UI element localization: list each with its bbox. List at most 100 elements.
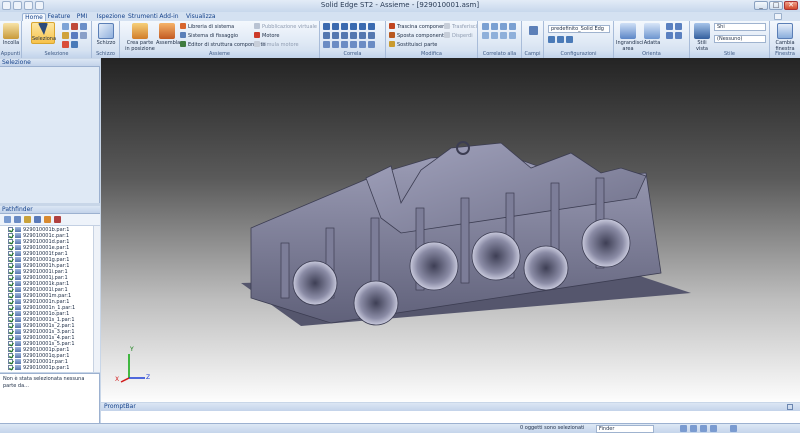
configuration-select[interactable]: predefinito_Solid Edg bbox=[548, 25, 610, 33]
background-select[interactable]: (Nessuno) bbox=[714, 35, 766, 43]
transfer-button[interactable]: Trasferisci bbox=[444, 23, 477, 30]
face-relate-icon-3[interactable] bbox=[500, 23, 507, 30]
face-relate-icon-7[interactable] bbox=[500, 32, 507, 39]
ground-icon[interactable] bbox=[332, 41, 339, 48]
select-body-icon[interactable] bbox=[71, 41, 78, 48]
tab-home[interactable]: Home bbox=[22, 13, 46, 21]
help-icon[interactable] bbox=[774, 13, 782, 20]
drag-component-button[interactable]: Trascina componente bbox=[389, 23, 450, 30]
checkbox-icon[interactable] bbox=[8, 233, 13, 238]
checkbox-icon[interactable] bbox=[8, 311, 13, 316]
tangent-icon[interactable] bbox=[323, 32, 330, 39]
rigid-icon[interactable] bbox=[368, 32, 375, 39]
checkbox-icon[interactable] bbox=[8, 347, 13, 352]
select-filter-icon[interactable] bbox=[62, 23, 69, 30]
checkbox-icon[interactable] bbox=[8, 323, 13, 328]
checkbox-icon[interactable] bbox=[8, 257, 13, 262]
view-orient-icon[interactable] bbox=[675, 32, 682, 39]
simulate-motor-button[interactable]: Simula motore bbox=[254, 41, 299, 48]
disperse-button[interactable]: Disperdi bbox=[444, 32, 473, 39]
config-display-icon[interactable] bbox=[557, 36, 564, 43]
match-icon[interactable] bbox=[359, 32, 366, 39]
options-icon[interactable] bbox=[368, 41, 375, 48]
status-view-icon-5[interactable] bbox=[730, 425, 737, 432]
maximize-button[interactable]: □ bbox=[769, 1, 783, 10]
replace-part-button[interactable]: Sostituisci parte bbox=[389, 41, 437, 48]
checkbox-icon[interactable] bbox=[8, 305, 13, 310]
paste-button[interactable]: Incolla bbox=[1, 23, 21, 46]
checkbox-icon[interactable] bbox=[8, 353, 13, 358]
checkbox-icon[interactable] bbox=[8, 293, 13, 298]
checkbox-icon[interactable] bbox=[8, 299, 13, 304]
zoom-area-button[interactable]: Ingrandisci area bbox=[616, 23, 643, 52]
face-relate-icon-4[interactable] bbox=[509, 23, 516, 30]
tab-visualizza[interactable]: Visualizza bbox=[186, 13, 216, 21]
relation-icon[interactable] bbox=[350, 41, 357, 48]
fit-button[interactable]: Adatta bbox=[642, 23, 662, 46]
tab-ispezione[interactable]: Ispezione bbox=[94, 13, 128, 21]
checkbox-icon[interactable] bbox=[8, 329, 13, 334]
pf-folder-icon[interactable] bbox=[24, 216, 31, 223]
undo-icon[interactable] bbox=[24, 1, 33, 10]
prompt-close-icon[interactable] bbox=[787, 404, 793, 410]
status-view-icon-1[interactable] bbox=[680, 425, 687, 432]
mate-icon[interactable] bbox=[323, 23, 330, 30]
structure-editor-button[interactable]: Editor di struttura componente bbox=[180, 41, 266, 48]
cam-icon[interactable] bbox=[332, 32, 339, 39]
config-save-icon[interactable] bbox=[548, 36, 555, 43]
checkbox-icon[interactable] bbox=[8, 317, 13, 322]
select-edge-icon[interactable] bbox=[80, 32, 87, 39]
motor-button[interactable]: Motore bbox=[254, 32, 279, 39]
close-button[interactable]: ✕ bbox=[784, 1, 798, 10]
app-menu-icon[interactable] bbox=[2, 1, 11, 10]
rotate-icon[interactable] bbox=[666, 32, 673, 39]
select-all-icon[interactable] bbox=[71, 23, 78, 30]
pan-icon[interactable] bbox=[675, 23, 682, 30]
parallel-icon[interactable] bbox=[350, 32, 357, 39]
redo-icon[interactable] bbox=[35, 1, 44, 10]
move-components-button[interactable]: Sposta componenti bbox=[389, 32, 445, 39]
select-box-icon[interactable] bbox=[80, 23, 87, 30]
gear-icon[interactable] bbox=[341, 32, 348, 39]
finder-input[interactable]: Finder bbox=[596, 425, 654, 433]
tab-strumenti[interactable]: Strumenti bbox=[128, 13, 158, 21]
checkbox-icon[interactable] bbox=[8, 359, 13, 364]
checkbox-icon[interactable] bbox=[8, 245, 13, 250]
angle-icon[interactable] bbox=[368, 23, 375, 30]
select-face-icon[interactable] bbox=[71, 32, 78, 39]
create-part-button[interactable]: Crea parte in posizione bbox=[124, 23, 156, 52]
checkbox-icon[interactable] bbox=[8, 263, 13, 268]
checkbox-icon[interactable] bbox=[8, 287, 13, 292]
pathfinder-item[interactable]: 929010001p.par:1 bbox=[8, 365, 69, 371]
virtual-publish-button[interactable]: Pubblicazione virtuale bbox=[254, 23, 317, 30]
tab-add-in[interactable]: Add-in bbox=[158, 13, 180, 21]
save-icon[interactable] bbox=[13, 1, 22, 10]
planar-align-icon[interactable] bbox=[332, 23, 339, 30]
assembly-model[interactable] bbox=[101, 58, 800, 402]
minimize-button[interactable]: _ bbox=[754, 1, 768, 10]
checkbox-icon[interactable] bbox=[8, 275, 13, 280]
config-zone-icon[interactable] bbox=[566, 36, 573, 43]
checkbox-icon[interactable] bbox=[8, 281, 13, 286]
face-relate-icon-5[interactable] bbox=[482, 32, 489, 39]
pathfinder-scrollbar[interactable] bbox=[93, 226, 100, 372]
status-view-icon-4[interactable] bbox=[710, 425, 717, 432]
insert-icon[interactable] bbox=[350, 23, 357, 30]
tab-feature[interactable]: Feature bbox=[47, 13, 71, 21]
zoom-icon[interactable] bbox=[666, 23, 673, 30]
checkbox-icon[interactable] bbox=[8, 251, 13, 256]
status-view-icon-2[interactable] bbox=[690, 425, 697, 432]
face-relate-icon-8[interactable] bbox=[509, 32, 516, 39]
select-tool-icon[interactable] bbox=[62, 32, 69, 39]
checkbox-icon[interactable] bbox=[8, 341, 13, 346]
pf-settings-icon[interactable] bbox=[34, 216, 41, 223]
view-styles-button[interactable]: Stili vista bbox=[692, 23, 712, 52]
assemble-button[interactable]: Assembla bbox=[156, 23, 180, 46]
select-cancel-icon[interactable] bbox=[62, 41, 69, 48]
status-view-icon-3[interactable] bbox=[700, 425, 707, 432]
path-icon[interactable] bbox=[323, 41, 330, 48]
fastener-system-button[interactable]: Sistema di fissaggio bbox=[180, 32, 238, 39]
face-relate-icon-6[interactable] bbox=[491, 32, 498, 39]
checkbox-icon[interactable] bbox=[8, 365, 13, 370]
checkbox-icon[interactable] bbox=[8, 335, 13, 340]
